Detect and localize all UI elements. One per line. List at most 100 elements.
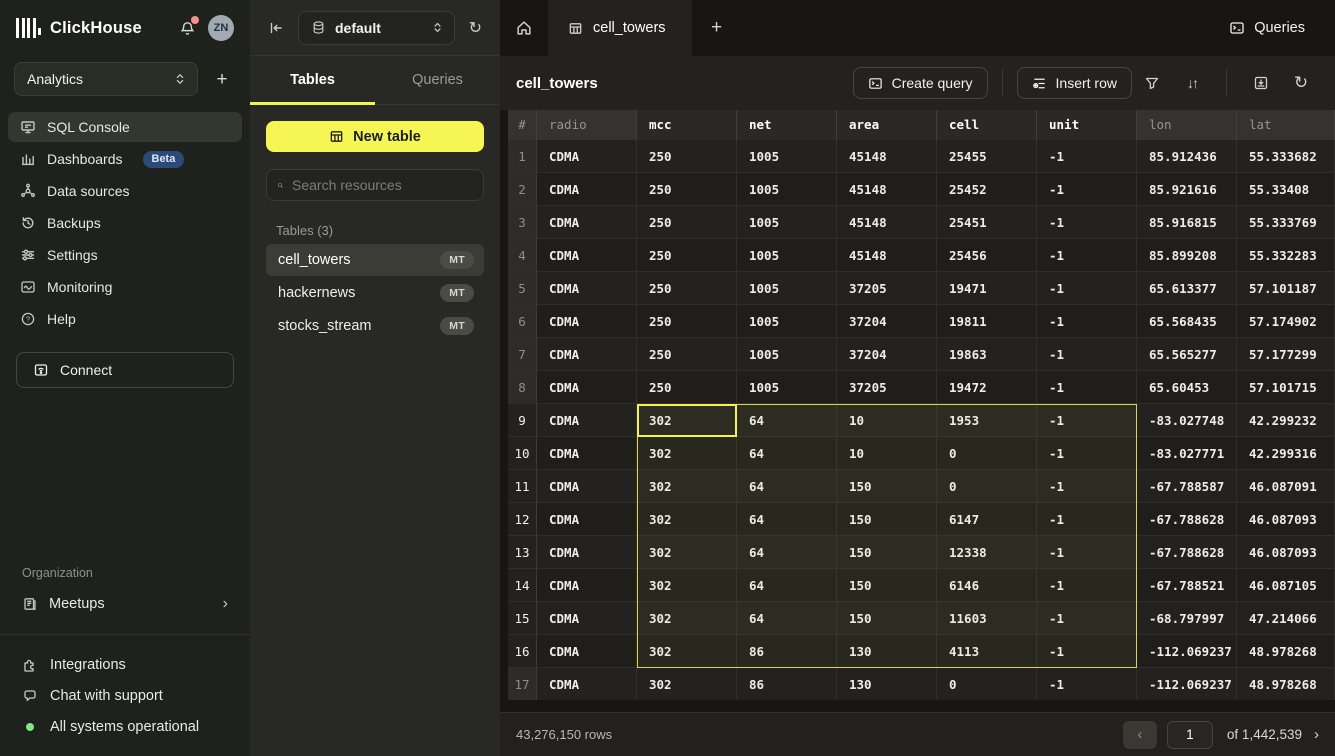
data-cell-area[interactable]: 45148 [837,206,937,239]
data-cell-area[interactable]: 37204 [837,338,937,371]
data-cell-unit[interactable]: -1 [1037,239,1137,272]
row-number-cell[interactable]: 1 [508,140,537,173]
data-cell-area[interactable]: 37205 [837,272,937,305]
row-number-cell[interactable]: 4 [508,239,537,272]
sidebar-item-sql-console[interactable]: SQL Console [8,112,242,142]
data-cell-lat[interactable]: 46.087105 [1237,569,1335,602]
data-cell-unit[interactable]: -1 [1037,305,1137,338]
connect-button[interactable]: Connect [16,352,234,388]
data-cell-mcc[interactable]: 302 [637,470,737,503]
next-page-button[interactable]: › [1314,726,1319,743]
add-service-button[interactable]: + [208,65,236,93]
data-cell-mcc[interactable]: 250 [637,305,737,338]
data-cell-unit[interactable]: -1 [1037,371,1137,404]
data-cell-area[interactable]: 150 [837,569,937,602]
data-cell-lat[interactable]: 55.333769 [1237,206,1335,239]
data-cell-radio[interactable]: CDMA [537,404,637,437]
collapse-panel-button[interactable] [264,16,288,40]
data-cell-lon[interactable]: 85.899208 [1137,239,1237,272]
data-cell-net[interactable]: 64 [737,437,837,470]
sidebar-item-data-sources[interactable]: Data sources [8,176,242,206]
row-number-cell[interactable]: 14 [508,569,537,602]
row-number-cell[interactable]: 10 [508,437,537,470]
sort-button[interactable]: ↓↑ [1177,68,1207,98]
sidebar-item-dashboards[interactable]: Dashboards Beta [8,144,242,174]
data-cell-lat[interactable]: 55.33408 [1237,173,1335,206]
insert-row-button[interactable]: Insert row [1017,67,1132,99]
data-cell-cell[interactable]: 25452 [937,173,1037,206]
data-cell-cell[interactable]: 25451 [937,206,1037,239]
row-number-cell[interactable]: 13 [508,536,537,569]
data-cell-cell[interactable]: 25456 [937,239,1037,272]
refresh-tables-button[interactable]: ↻ [465,14,486,42]
data-cell-unit[interactable]: -1 [1037,272,1137,305]
table-list-item-hackernews[interactable]: hackernewsMT [266,277,484,309]
data-cell-mcc[interactable]: 302 [637,569,737,602]
data-cell-mcc[interactable]: 302 [637,668,737,700]
data-cell-area[interactable]: 130 [837,668,937,700]
data-cell-lon[interactable]: 85.916815 [1137,206,1237,239]
data-cell-mcc[interactable]: 302 [637,602,737,635]
data-cell-unit[interactable]: -1 [1037,569,1137,602]
row-number-cell[interactable]: 11 [508,470,537,503]
data-cell-net[interactable]: 1005 [737,140,837,173]
data-cell-radio[interactable]: CDMA [537,173,637,206]
data-cell-cell[interactable]: 0 [937,437,1037,470]
column-header-area[interactable]: area [837,110,937,140]
data-cell-net[interactable]: 1005 [737,206,837,239]
database-selector[interactable]: default [298,11,455,45]
system-status[interactable]: All systems operational [8,711,242,742]
data-cell-net[interactable]: 64 [737,503,837,536]
data-cell-radio[interactable]: CDMA [537,503,637,536]
row-number-cell[interactable]: 5 [508,272,537,305]
data-cell-net[interactable]: 1005 [737,371,837,404]
data-cell-net[interactable]: 64 [737,569,837,602]
sidebar-item-monitoring[interactable]: Monitoring [8,272,242,302]
data-cell-mcc[interactable]: 250 [637,173,737,206]
data-cell-unit[interactable]: -1 [1037,173,1137,206]
column-header-cell[interactable]: cell [937,110,1037,140]
data-cell-unit[interactable]: -1 [1037,470,1137,503]
row-number-cell[interactable]: 8 [508,371,537,404]
data-cell-radio[interactable]: CDMA [537,602,637,635]
data-cell-unit[interactable]: -1 [1037,338,1137,371]
new-table-button[interactable]: New table [266,121,484,152]
data-cell-lon[interactable]: -83.027771 [1137,437,1237,470]
data-cell-net[interactable]: 64 [737,602,837,635]
data-cell-mcc[interactable]: 250 [637,206,737,239]
data-cell-area[interactable]: 37204 [837,305,937,338]
data-cell-lon[interactable]: -67.788521 [1137,569,1237,602]
data-cell-unit[interactable]: -1 [1037,140,1137,173]
data-cell-radio[interactable]: CDMA [537,371,637,404]
data-cell-lat[interactable]: 57.101715 [1237,371,1335,404]
column-header-unit[interactable]: unit [1037,110,1137,140]
data-cell-cell[interactable]: 4113 [937,635,1037,668]
data-cell-area[interactable]: 45148 [837,239,937,272]
queries-button[interactable]: Queries [1219,0,1335,56]
data-cell-unit[interactable]: -1 [1037,404,1137,437]
data-cell-lon[interactable]: -112.069237 [1137,635,1237,668]
data-cell-radio[interactable]: CDMA [537,470,637,503]
data-cell-cell[interactable]: 19863 [937,338,1037,371]
row-number-cell[interactable]: 2 [508,173,537,206]
download-button[interactable] [1246,68,1276,98]
data-cell-unit[interactable]: -1 [1037,668,1137,700]
column-header-lon[interactable]: lon [1137,110,1237,140]
row-number-cell[interactable]: 7 [508,338,537,371]
row-number-cell[interactable]: 17 [508,668,537,700]
sidebar-item-backups[interactable]: Backups [8,208,242,238]
data-cell-lon[interactable]: 65.60453 [1137,371,1237,404]
row-number-cell[interactable]: 16 [508,635,537,668]
data-cell-cell[interactable]: 11603 [937,602,1037,635]
data-cell-lat[interactable]: 46.087093 [1237,503,1335,536]
notifications-bell-icon[interactable] [179,20,196,37]
data-cell-cell[interactable]: 19471 [937,272,1037,305]
previous-page-button[interactable]: ‹ [1123,721,1157,749]
create-query-button[interactable]: Create query [853,67,988,99]
sidebar-item-chat-support[interactable]: Chat with support [8,680,242,711]
data-cell-net[interactable]: 1005 [737,338,837,371]
data-cell-radio[interactable]: CDMA [537,206,637,239]
data-cell-net[interactable]: 1005 [737,272,837,305]
data-cell-area[interactable]: 150 [837,503,937,536]
data-cell-lat[interactable]: 57.174902 [1237,305,1335,338]
